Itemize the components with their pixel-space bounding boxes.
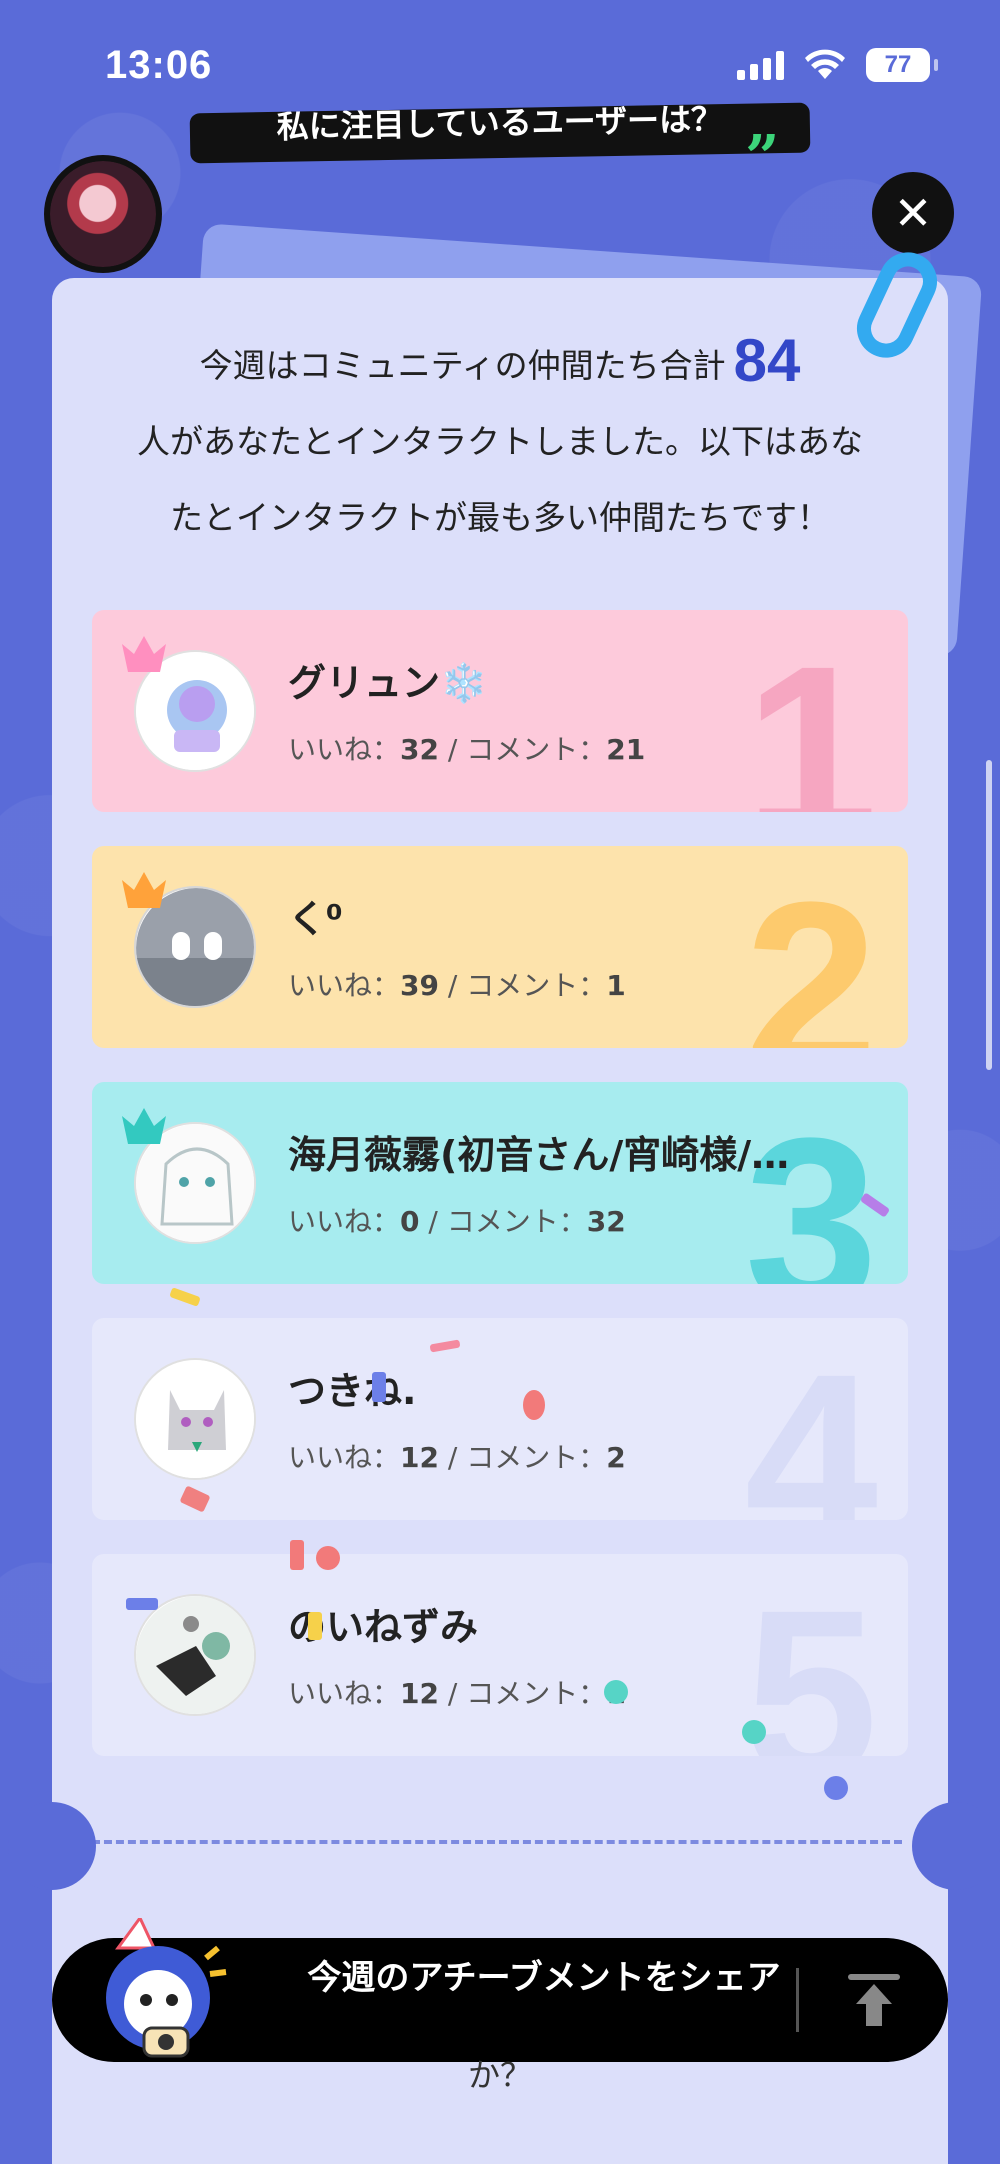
user-stats: いいね：0 / コメント：32 <box>288 1205 626 1238</box>
share-button[interactable]: 今週のアチーブメントをシェア <box>274 1956 814 2000</box>
comments-count: 2 <box>606 1441 626 1474</box>
crown-icon <box>122 872 166 908</box>
comments-count: 21 <box>606 733 646 766</box>
quote-mark-icon: ” <box>745 123 780 193</box>
ranking-row[interactable]: 3 海月薇霧(初音さん/宵崎様/… いいね：0 / コメント：32 <box>92 1082 908 1284</box>
rank-number: 1 <box>744 616 878 812</box>
status-time: 13:06 <box>105 42 213 87</box>
intro-line1: 今週はコミュニティの仲間たち合計 <box>199 346 726 385</box>
confetti <box>824 1776 848 1800</box>
user-stats: いいね：32 / コメント：21 <box>288 733 646 766</box>
ranking-row[interactable]: 1 グリュン❄️ いいね：32 / コメント：21 <box>92 610 908 812</box>
crown-icon <box>122 1108 166 1144</box>
confetti <box>604 1680 628 1704</box>
share-separator <box>796 1968 799 2032</box>
confetti <box>290 1540 304 1570</box>
interaction-count: 84 <box>733 327 801 394</box>
user-name[interactable]: グリュン❄️ <box>288 652 487 707</box>
avatar[interactable] <box>134 1358 256 1480</box>
close-icon: ✕ <box>893 186 933 240</box>
confetti <box>372 1372 386 1402</box>
interaction-card: 今週はコミュニティの仲間たち合計 84 人があなたとインタラクトしました。以下はあ… <box>52 278 948 2164</box>
share-upload-icon[interactable] <box>842 1968 906 2032</box>
ranking-row[interactable]: 4 つきね. いいね：12 / コメント：2 <box>92 1318 908 1520</box>
user-name[interactable]: く⁰ <box>288 888 343 943</box>
close-button[interactable]: ✕ <box>872 172 954 254</box>
likes-count: 39 <box>400 969 439 1002</box>
user-stats: いいね：12 / コメント：2 <box>288 1441 626 1474</box>
card-notch-left <box>8 1802 96 1890</box>
share-subtext: か？ <box>467 2056 532 2094</box>
likes-count: 12 <box>400 1441 439 1474</box>
user-name[interactable]: 海月薇霧(初音さん/宵崎様/… <box>288 1124 789 1179</box>
likes-count: 32 <box>400 733 439 766</box>
avatar[interactable] <box>134 1594 256 1716</box>
comments-count: 32 <box>586 1205 626 1238</box>
mascot-icon <box>106 1918 227 2058</box>
user-stats: いいね：12 / コメント：1 <box>288 1672 626 1712</box>
confetti <box>308 1612 322 1640</box>
scrollbar[interactable] <box>986 760 992 1070</box>
battery-icon: 77 <box>866 48 938 82</box>
dashed-divider <box>92 1840 902 1844</box>
status-icons: 77 <box>737 48 938 82</box>
likes-count: 12 <box>400 1677 439 1710</box>
rank-number: 2 <box>744 852 878 1048</box>
likes-count: 0 <box>400 1205 420 1238</box>
card-notch-right <box>912 1802 1000 1890</box>
confetti <box>523 1390 545 1420</box>
intro-text: 今週はコミュニティの仲間たち合計 84 人があなたとインタラクトしました。以下はあ… <box>52 323 948 556</box>
signal-icon <box>737 50 784 80</box>
user-stats: いいね：39 / コメント：1 <box>288 969 626 1002</box>
wifi-icon <box>805 49 845 79</box>
profile-avatar[interactable] <box>44 155 162 273</box>
intro-line3: たとインタラクトが最も多い仲間たちです！ <box>170 498 830 537</box>
comments-count: 1 <box>606 969 626 1002</box>
intro-line2: 人があなたとインタラクトしました。以下はあな <box>137 422 863 461</box>
confetti <box>126 1598 158 1610</box>
crown-icon <box>122 636 166 672</box>
ranking-row[interactable]: 2 く⁰ いいね：39 / コメント：1 <box>92 846 908 1048</box>
confetti <box>742 1720 766 1744</box>
rank-number: 4 <box>744 1324 878 1520</box>
user-name[interactable]: つきね. <box>288 1360 416 1415</box>
ranking-row[interactable]: 5 のいねずみ いいね：12 / コメント：1 <box>92 1554 908 1756</box>
ranking-list: 1 グリュン❄️ いいね：32 / コメント：21 2 く⁰ いいね：39 / … <box>92 610 908 1790</box>
confetti <box>316 1546 340 1570</box>
